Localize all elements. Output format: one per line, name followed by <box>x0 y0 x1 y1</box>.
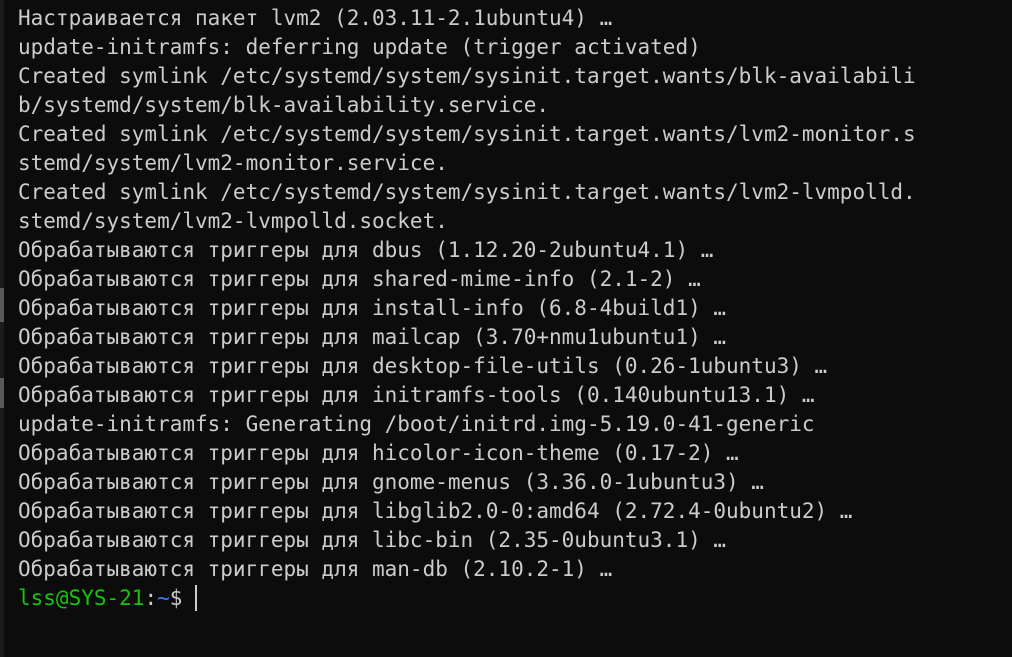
terminal-output[interactable]: Настраивается пакет lvm2 (2.03.11-2.1ubu… <box>18 4 1012 613</box>
output-line: b/systemd/system/blk-availability.servic… <box>18 93 550 117</box>
output-line: Обрабатываются триггеры для libc-bin (2.… <box>18 528 727 552</box>
output-line: Обрабатываются триггеры для initramfs-to… <box>18 383 815 407</box>
output-line: Обрабатываются триггеры для shared-mime-… <box>18 267 701 291</box>
output-line: Обрабатываются триггеры для gnome-menus … <box>18 470 764 494</box>
prompt-symbol: $ <box>169 586 183 610</box>
output-line: update-initramfs: deferring update (trig… <box>18 35 701 59</box>
prompt-user-host: lss@SYS-21 <box>18 586 145 610</box>
prompt-path: ~ <box>157 586 170 610</box>
output-line: Настраивается пакет lvm2 (2.03.11-2.1ubu… <box>18 6 613 30</box>
output-line: Обрабатываются триггеры для libglib2.0-0… <box>18 499 853 523</box>
output-line: Обрабатываются триггеры для mailcap (3.7… <box>18 325 727 349</box>
output-line: Обрабатываются триггеры для install-info… <box>18 296 727 320</box>
output-line: Обрабатываются триггеры для hicolor-icon… <box>18 441 739 465</box>
prompt-line[interactable]: lss@SYS-21:~$ <box>18 584 1012 613</box>
output-line: stemd/system/lvm2-monitor.service. <box>18 151 448 175</box>
output-line: Обрабатываются триггеры для dbus (1.12.2… <box>18 238 714 262</box>
prompt-separator: : <box>144 586 158 610</box>
output-line: stemd/system/lvm2-lvmpolld.socket. <box>18 209 448 233</box>
text-cursor <box>195 585 198 611</box>
background-window-edge <box>0 0 4 657</box>
output-line: Created symlink /etc/systemd/system/sysi… <box>18 64 916 88</box>
output-line: update-initramfs: Generating /boot/initr… <box>18 412 815 436</box>
output-line: Обрабатываются триггеры для desktop-file… <box>18 354 828 378</box>
output-line: Created symlink /etc/systemd/system/sysi… <box>18 122 916 146</box>
output-line: Created symlink /etc/systemd/system/sysi… <box>18 180 916 204</box>
output-line: Обрабатываются триггеры для man-db (2.10… <box>18 557 613 581</box>
terminal-window[interactable]: Настраивается пакет lvm2 (2.03.11-2.1ubu… <box>0 0 1012 657</box>
